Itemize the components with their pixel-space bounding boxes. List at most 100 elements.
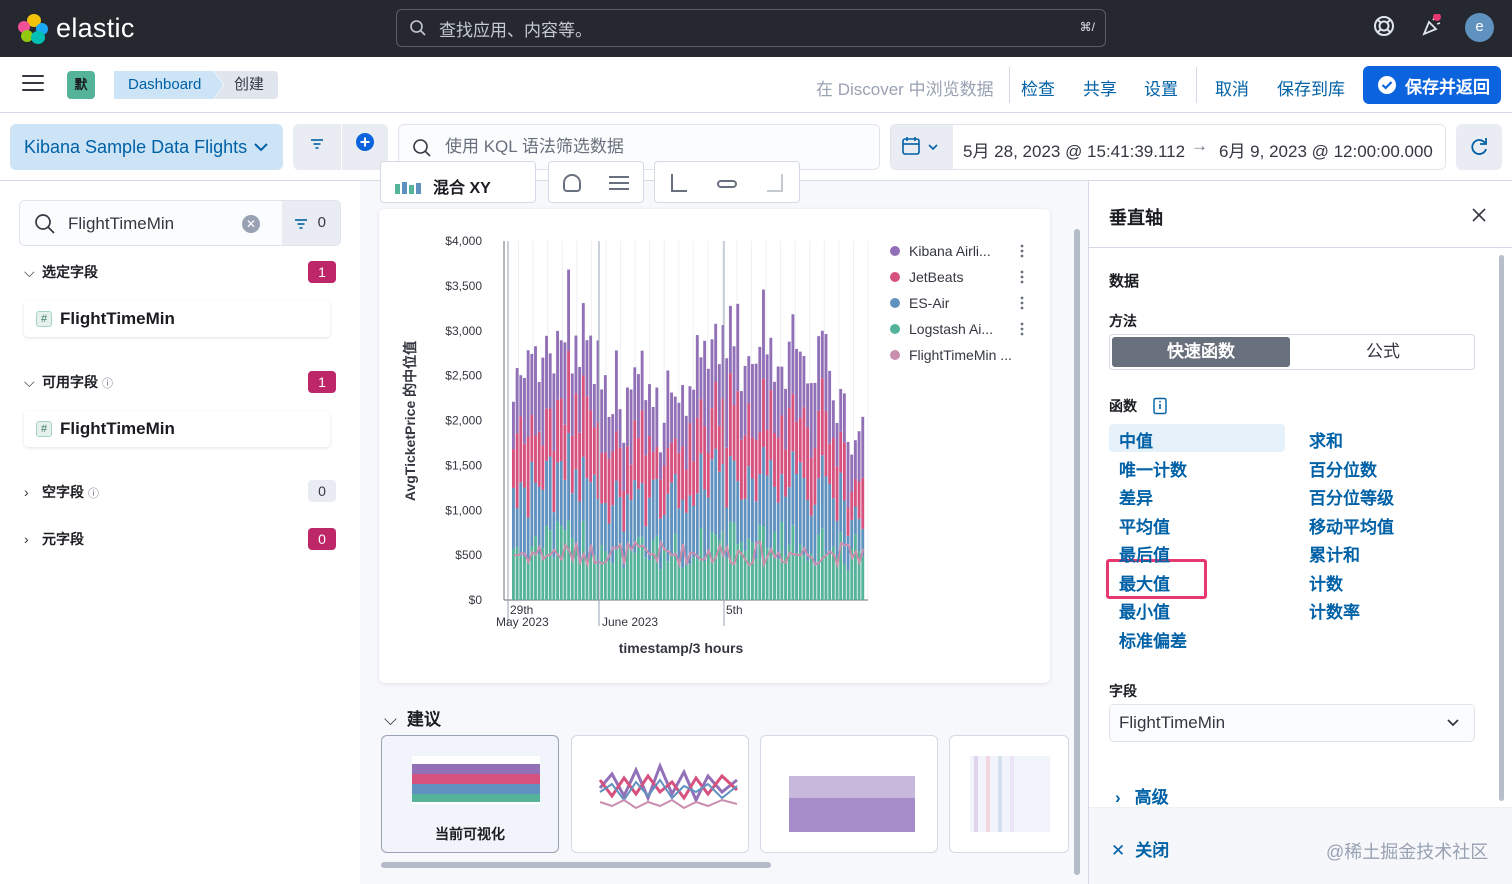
- bar-segment: [706, 368, 710, 453]
- vis-type-switcher[interactable]: 混合 XY: [380, 161, 536, 203]
- bar-segment: [758, 346, 762, 433]
- bar-segment: [677, 452, 681, 509]
- axis-bottom-icon[interactable]: [717, 180, 737, 188]
- vertical-scrollbar[interactable]: [1074, 229, 1080, 875]
- selected-fields-toggle[interactable]: ⌵ 选定字段: [24, 262, 98, 282]
- quick-select-button[interactable]: [891, 125, 953, 169]
- bar-segment: [515, 368, 519, 434]
- bar-segment: [751, 364, 754, 438]
- function-option[interactable]: 求和: [1309, 427, 1343, 452]
- field-item-flighttimemin[interactable]: # FlightTimeMin: [24, 411, 330, 447]
- bar-segment: [574, 469, 578, 546]
- axis-left-icon[interactable]: [671, 174, 687, 192]
- bar-segment: [831, 498, 835, 547]
- suggestion-area[interactable]: [760, 735, 938, 853]
- bar-segment: [651, 451, 655, 480]
- function-option[interactable]: 累计和: [1309, 541, 1360, 566]
- filter-options-button[interactable]: [293, 124, 341, 170]
- field-search-input[interactable]: FlightTimeMin ✕ 0: [19, 200, 341, 246]
- clear-icon[interactable]: ✕: [242, 215, 260, 233]
- meta-fields-toggle[interactable]: › 元字段: [24, 529, 84, 549]
- suggestion-line[interactable]: [571, 735, 749, 853]
- bar-segment: [725, 557, 729, 600]
- bar-segment: [559, 526, 563, 600]
- breadcrumb-create: 创建: [214, 71, 279, 99]
- bar-segment: [512, 401, 515, 450]
- suggestion-current[interactable]: 当前可视化: [381, 735, 559, 853]
- function-option[interactable]: 中值: [1119, 427, 1153, 452]
- info-icon[interactable]: ⓘ: [102, 378, 113, 390]
- function-option[interactable]: 百分位数: [1309, 456, 1377, 481]
- advanced-toggle[interactable]: › 高级: [1115, 783, 1169, 808]
- inspect-link[interactable]: 检查: [1021, 75, 1055, 100]
- field-select[interactable]: FlightTimeMin: [1109, 704, 1475, 742]
- bar-segment: [637, 488, 640, 538]
- refresh-button[interactable]: [1456, 124, 1502, 170]
- quick-function-tab[interactable]: 快速函数: [1112, 337, 1290, 367]
- bar-segment: [541, 489, 545, 549]
- function-option[interactable]: 最大值: [1119, 570, 1170, 595]
- formula-tab[interactable]: 公式: [1294, 337, 1472, 367]
- bar-segment: [512, 449, 515, 488]
- share-link[interactable]: 共享: [1083, 75, 1117, 100]
- function-option[interactable]: 计数: [1309, 570, 1343, 595]
- function-option[interactable]: 唯一计数: [1119, 456, 1187, 481]
- bar-segment: [681, 446, 685, 500]
- list-icon[interactable]: [609, 176, 629, 178]
- start-date[interactable]: 5月 28, 2023 @ 15:41:39.112: [963, 137, 1185, 162]
- global-search-input[interactable]: 查找应用、内容等。 ⌘/: [396, 9, 1106, 47]
- breadcrumb-dashboard[interactable]: Dashboard: [114, 71, 223, 99]
- bar-segment: [651, 479, 655, 540]
- bar-segment: [648, 435, 651, 498]
- close-icon[interactable]: [1469, 205, 1489, 225]
- flyout-scrollbar[interactable]: [1499, 255, 1504, 801]
- field-item-flighttimemin[interactable]: # FlightTimeMin: [24, 301, 330, 337]
- legend-menu-icon: [1020, 254, 1024, 258]
- bar-segment: [570, 435, 574, 494]
- function-option[interactable]: 标准偏差: [1119, 627, 1187, 652]
- menu-toggle-icon[interactable]: [22, 75, 44, 93]
- flyout-title: 垂直轴: [1109, 208, 1163, 228]
- function-option[interactable]: 差异: [1119, 484, 1153, 509]
- bar-segment: [747, 466, 751, 539]
- bar-segment: [607, 560, 611, 600]
- available-fields-toggle[interactable]: ⌵ 可用字段 ⓘ: [24, 372, 113, 392]
- function-option[interactable]: 最小值: [1119, 598, 1170, 623]
- function-option[interactable]: 百分位等级: [1309, 484, 1394, 509]
- bar-segment: [684, 565, 688, 600]
- bar-segment: [567, 433, 571, 521]
- cancel-link[interactable]: 取消: [1215, 75, 1249, 100]
- news-feed-icon[interactable]: [1420, 13, 1448, 42]
- close-flyout-button[interactable]: ✕ 关闭: [1111, 836, 1169, 861]
- data-view-picker[interactable]: Kibana Sample Data Flights: [10, 124, 283, 170]
- settings-link[interactable]: 设置: [1144, 75, 1178, 100]
- bar-segment: [530, 353, 534, 415]
- save-and-return-button[interactable]: 保存并返回: [1363, 66, 1501, 104]
- function-option[interactable]: 最后值: [1119, 541, 1170, 566]
- function-option[interactable]: 移动平均值: [1309, 513, 1394, 538]
- info-icon[interactable]: ⓘ: [88, 488, 99, 500]
- suggestion-label: 当前可视化: [435, 826, 505, 842]
- user-avatar[interactable]: e: [1465, 13, 1494, 42]
- bar-segment: [651, 406, 655, 452]
- field-type-filter-button[interactable]: 0: [282, 201, 340, 245]
- elastic-logo[interactable]: elastic: [18, 13, 135, 44]
- brush-icon[interactable]: [563, 174, 581, 192]
- discover-link[interactable]: 在 Discover 中浏览数据: [816, 75, 994, 100]
- axis-right-icon[interactable]: [767, 174, 783, 192]
- space-avatar[interactable]: 默: [67, 71, 95, 99]
- function-option[interactable]: 平均值: [1119, 513, 1170, 538]
- bar-segment: [548, 530, 552, 600]
- empty-fields-toggle[interactable]: › 空字段 ⓘ: [24, 482, 99, 502]
- function-option[interactable]: 计数率: [1309, 598, 1360, 623]
- end-date[interactable]: 6月 9, 2023 @ 12:00:00.000: [1219, 137, 1433, 162]
- bar-segment: [519, 482, 523, 556]
- documentation-icon[interactable]: [1151, 397, 1169, 415]
- horizontal-scrollbar[interactable]: [381, 862, 771, 868]
- suggestions-toggle[interactable]: ⌵ 建议: [384, 705, 441, 730]
- date-picker[interactable]: 5月 28, 2023 @ 15:41:39.112 → 6月 9, 2023 …: [890, 124, 1446, 170]
- filter-count: 0: [317, 214, 326, 231]
- save-to-library-link[interactable]: 保存到库: [1277, 75, 1345, 100]
- suggestion-heatmap[interactable]: [949, 735, 1069, 853]
- help-icon[interactable]: [1372, 14, 1400, 42]
